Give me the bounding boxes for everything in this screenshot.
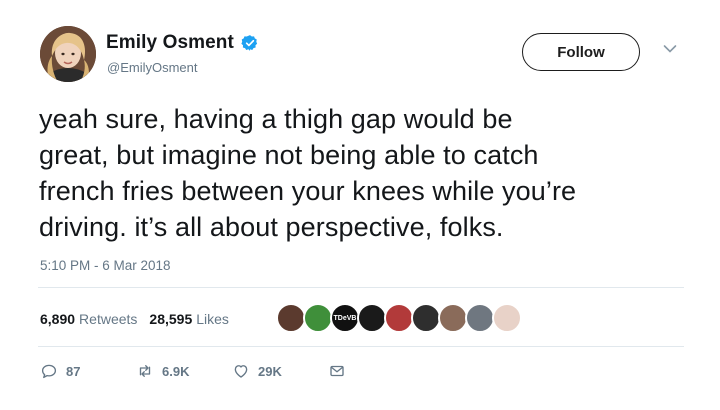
- retweets-stat[interactable]: 6,890 Retweets: [40, 311, 137, 327]
- liker-avatar[interactable]: [438, 303, 468, 333]
- liker-avatars: TDeVB: [276, 303, 522, 333]
- liker-avatar[interactable]: [276, 303, 306, 333]
- chevron-down-icon[interactable]: [663, 44, 677, 54]
- liker-avatar[interactable]: [465, 303, 495, 333]
- reply-icon: [41, 364, 57, 379]
- retweet-count: 6.9K: [162, 363, 190, 379]
- avatar-image: [40, 26, 96, 82]
- profile-avatar[interactable]: [40, 26, 96, 82]
- liker-avatar[interactable]: [303, 303, 333, 333]
- follow-button[interactable]: Follow: [522, 33, 640, 71]
- like-button[interactable]: 29K: [232, 362, 328, 380]
- liker-avatar[interactable]: TDeVB: [330, 303, 360, 333]
- tweet-timestamp[interactable]: 5:10 PM - 6 Mar 2018: [40, 258, 171, 273]
- retweets-label: Retweets: [79, 311, 138, 327]
- tweet-text-line: driving. it’s all about perspective, fol…: [39, 212, 504, 242]
- divider: [38, 346, 684, 347]
- liker-avatar-label: TDeVB: [333, 314, 357, 322]
- user-handle[interactable]: @EmilyOsment: [107, 60, 198, 75]
- tweet-text-line: yeah sure, having a thigh gap would be: [39, 104, 513, 134]
- like-count: 29K: [258, 363, 282, 379]
- reply-count: 87: [66, 363, 81, 379]
- retweets-count: 6,890: [40, 311, 76, 327]
- envelope-icon: [330, 365, 344, 377]
- retweet-icon: [139, 365, 151, 377]
- tweet-card: Emily Osment @EmilyOsment Follow yeah su…: [0, 0, 720, 410]
- tweet-actions: 87 6.9K 29K: [40, 362, 346, 380]
- display-name[interactable]: Emily Osment: [106, 32, 234, 54]
- liker-avatar[interactable]: [384, 303, 414, 333]
- reply-button[interactable]: 87: [40, 362, 136, 380]
- heart-icon: [234, 365, 248, 378]
- verified-badge-icon: [241, 35, 258, 51]
- engagement-stats: 6,890 Retweets 28,595 Likes: [40, 311, 229, 327]
- name-row: Emily Osment: [106, 32, 259, 54]
- tweet-text-line: french fries between your knees while yo…: [39, 176, 577, 206]
- liker-avatar[interactable]: [357, 303, 387, 333]
- likes-count: 28,595: [149, 311, 193, 327]
- retweet-button[interactable]: 6.9K: [136, 362, 232, 380]
- divider: [38, 287, 684, 288]
- likes-stat[interactable]: 28,595 Likes: [149, 311, 229, 327]
- tweet-text: yeah sure, having a thigh gap would be g…: [39, 101, 699, 245]
- tweet-text-line: great, but imagine not being able to cat…: [39, 140, 539, 170]
- liker-avatar[interactable]: [492, 303, 522, 333]
- direct-message-button[interactable]: [328, 362, 346, 380]
- likes-label: Likes: [196, 311, 229, 327]
- liker-avatar[interactable]: [411, 303, 441, 333]
